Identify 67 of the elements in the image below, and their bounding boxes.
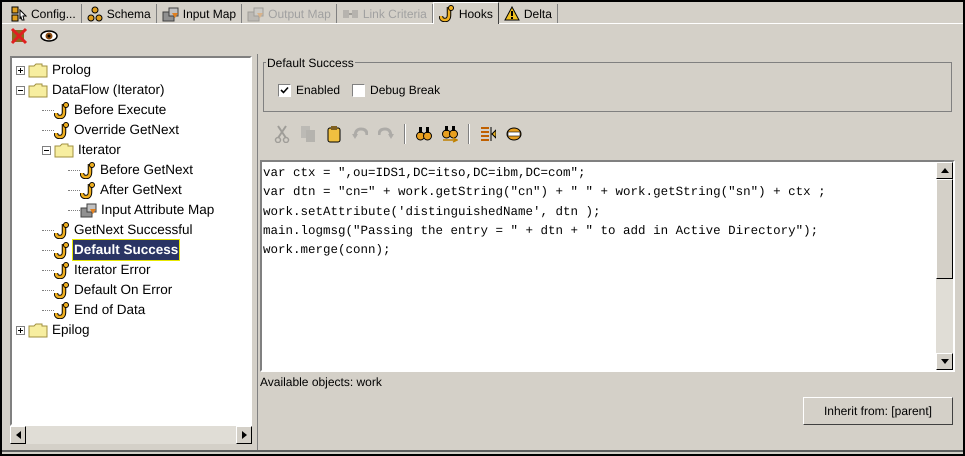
code-line: work.merge(conn); bbox=[263, 242, 392, 260]
map-icon bbox=[162, 6, 179, 22]
inherit-button[interactable]: Inherit from: [parent] bbox=[802, 397, 953, 425]
tree-item[interactable]: Prolog bbox=[51, 60, 92, 80]
collapse-toggle[interactable] bbox=[16, 86, 25, 94]
map-icon bbox=[247, 6, 264, 22]
tree-item[interactable]: Before Execute bbox=[73, 100, 168, 120]
tree-item[interactable]: Iterator bbox=[77, 140, 122, 160]
clipboard-icon[interactable] bbox=[326, 125, 342, 143]
tree-item[interactable]: Default On Error bbox=[73, 280, 174, 300]
checkbox[interactable] bbox=[352, 84, 366, 96]
tree-item[interactable]: GetNext Successful bbox=[73, 220, 194, 240]
code-editor[interactable] bbox=[260, 160, 955, 372]
binoculars-arrow-icon[interactable] bbox=[442, 125, 458, 143]
expand-toggle[interactable] bbox=[16, 326, 25, 334]
folder-icon bbox=[54, 142, 74, 158]
expand-toggle[interactable] bbox=[16, 66, 25, 74]
folder-icon bbox=[28, 322, 48, 338]
horizontal-scrollbar[interactable] bbox=[10, 426, 252, 444]
checkbox-label: Enabled bbox=[296, 82, 340, 99]
tree-item[interactable]: DataFlow (Iterator) bbox=[51, 80, 166, 100]
code-line: var ctx = ",ou=IDS1,DC=itso,DC=ibm,DC=com"; bbox=[263, 165, 587, 182]
tree-item[interactable]: After GetNext bbox=[99, 180, 183, 200]
hook-icon bbox=[80, 182, 96, 198]
folder-icon bbox=[28, 82, 48, 98]
tree-item[interactable]: Override GetNext bbox=[73, 120, 180, 140]
checkbox[interactable] bbox=[278, 84, 291, 96]
hook-icon bbox=[54, 302, 70, 318]
left-arrow-icon[interactable] bbox=[16, 431, 20, 439]
tree-item[interactable]: End of Data bbox=[73, 300, 146, 320]
minus-icon bbox=[44, 148, 49, 152]
hook-icon bbox=[54, 262, 70, 278]
hook-icon bbox=[80, 162, 96, 178]
tree-item[interactable]: Epilog bbox=[51, 320, 91, 340]
collapse-toggle[interactable] bbox=[42, 146, 51, 154]
up-arrow-icon[interactable] bbox=[940, 168, 948, 173]
circles-icon bbox=[86, 6, 103, 22]
checkbox-label: Debug Break bbox=[370, 82, 440, 99]
tab[interactable]: Hooks bbox=[432, 2, 499, 24]
hook-icon bbox=[54, 222, 70, 238]
tree-item[interactable]: Input Attribute Map bbox=[100, 200, 216, 220]
plus-icon bbox=[18, 328, 23, 332]
folder-icon bbox=[28, 62, 48, 78]
available-objects-label: Available objects: work bbox=[260, 374, 383, 391]
tree-item[interactable]: Default Success bbox=[73, 240, 180, 260]
tree-item[interactable]: Before GetNext bbox=[99, 160, 194, 180]
tree-item[interactable]: Iterator Error bbox=[73, 260, 152, 280]
check-icon bbox=[280, 86, 289, 94]
right-arrow-icon[interactable] bbox=[242, 431, 246, 439]
hook-icon bbox=[438, 5, 455, 22]
hook-icon bbox=[54, 242, 70, 258]
eye-icon[interactable] bbox=[40, 29, 58, 43]
vertical-scrollbar[interactable] bbox=[936, 162, 953, 370]
binoculars-icon[interactable] bbox=[416, 125, 432, 143]
hook-icon bbox=[54, 102, 70, 118]
code-line: work.setAttribute('distinguishedName', dtn ); bbox=[263, 204, 602, 221]
delete-icon[interactable] bbox=[10, 27, 28, 45]
lines-arrow-icon[interactable] bbox=[480, 125, 496, 143]
hook-icon bbox=[54, 282, 70, 298]
hook-icon bbox=[54, 122, 70, 138]
warning-icon bbox=[504, 6, 520, 22]
plus-icon bbox=[18, 68, 23, 72]
map-icon bbox=[80, 202, 97, 218]
down-arrow-icon[interactable] bbox=[940, 359, 948, 364]
code-line: var dtn = "cn=" + work.getString("cn") + " " + work.getString("sn") + ctx ; bbox=[263, 184, 827, 202]
code-line: main.logmsg("Passing the entry = " + dtn + " to add in Active Directory"); bbox=[263, 222, 820, 240]
minus-icon bbox=[18, 88, 23, 92]
